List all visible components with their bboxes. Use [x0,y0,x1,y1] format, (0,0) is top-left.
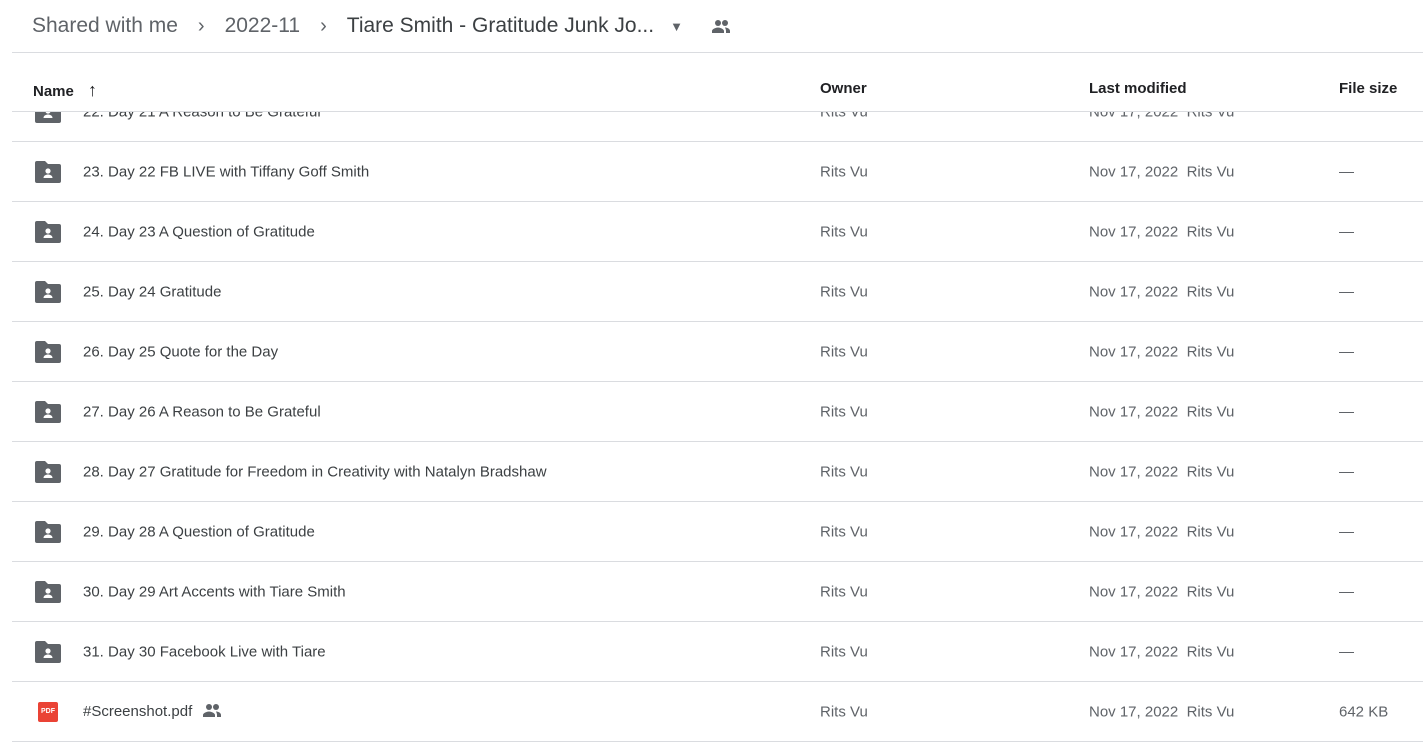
file-name-text: 28. Day 27 Gratitude for Freedom in Crea… [83,463,547,480]
column-name-header[interactable]: Name ↑ [33,80,97,101]
shared-folder-icon [35,220,61,243]
file-name: 30. Day 29 Art Accents with Tiare Smith [83,583,346,600]
file-last-modified: Nov 17, 2022 Rits Vu [1089,163,1235,180]
file-name: 31. Day 30 Facebook Live with Tiare [83,643,326,660]
file-size: — [1339,463,1354,480]
file-name: 26. Day 25 Quote for the Day [83,343,278,360]
column-header-row: Name ↑ Owner Last modified File size [12,60,1423,112]
file-size: — [1339,643,1354,660]
file-size: — [1339,343,1354,360]
divider [12,52,1423,53]
file-size: — [1339,283,1354,300]
file-owner: Rits Vu [820,583,868,600]
shared-folder-icon [35,400,61,423]
file-name-text: 23. Day 22 FB LIVE with Tiffany Goff Smi… [83,163,370,180]
shared-folder-icon [35,520,61,543]
chevron-right-icon: › [197,14,205,37]
file-last-modified: Nov 17, 2022 Rits Vu [1089,463,1235,480]
file-name-text: #Screenshot.pdf [83,703,193,720]
column-modified-header[interactable]: Last modified [1089,80,1187,97]
file-row[interactable]: 22. Day 21 A Reason to Be Grateful Rits V… [12,112,1423,142]
file-size: — [1339,163,1354,180]
file-name-text: 29. Day 28 A Question of Gratitude [83,523,315,540]
file-last-modified: Nov 17, 2022 Rits Vu [1089,112,1234,120]
file-owner: Rits Vu [820,703,868,720]
file-owner: Rits Vu [820,112,868,120]
file-owner: Rits Vu [820,523,868,540]
file-last-modified: Nov 17, 2022 Rits Vu [1089,283,1235,300]
shared-folder-icon [35,580,61,603]
file-owner: Rits Vu [820,283,868,300]
file-name: 25. Day 24 Gratitude [83,283,221,300]
file-last-modified: Nov 17, 2022 Rits Vu [1089,703,1235,720]
shared-folder-icon [35,160,61,183]
file-name-text: 25. Day 24 Gratitude [83,283,222,300]
breadcrumb-2022-11[interactable]: 2022-11 [225,14,301,38]
file-name: 22. Day 21 A Reason to Be Grateful [83,112,321,120]
file-row[interactable]: 27. Day 26 A Reason to Be Grateful Rits V… [12,382,1423,442]
file-row[interactable]: 28. Day 27 Gratitude for Freedom in Crea… [12,442,1423,502]
file-name-text: 27. Day 26 A Reason to Be Grateful [83,403,321,420]
file-last-modified: Nov 17, 2022 Rits Vu [1089,223,1235,240]
shared-folder-icon [35,112,61,123]
shared-people-icon [711,20,730,33]
file-owner: Rits Vu [820,643,868,660]
file-name-text: 26. Day 25 Quote for the Day [83,343,279,360]
file-owner: Rits Vu [820,463,868,480]
shared-folder-icon [35,280,61,303]
sort-arrow-up-icon[interactable]: ↑ [88,80,97,100]
file-owner: Rits Vu [820,223,868,240]
file-owner: Rits Vu [820,403,868,420]
file-name: 24. Day 23 A Question of Gratitude [83,223,315,240]
breadcrumb: Shared with me › 2022-11 › Tiare Smith -… [0,0,731,52]
file-row[interactable]: 30. Day 29 Art Accents with Tiare Smith R… [12,562,1423,622]
file-name-text: 30. Day 29 Art Accents with Tiare Smith [83,583,346,600]
file-size: — [1339,223,1354,240]
file-size: — [1339,403,1354,420]
dropdown-caret-icon[interactable]: ▼ [670,19,683,34]
column-size-header[interactable]: File size [1339,80,1397,97]
file-name: 27. Day 26 A Reason to Be Grateful [83,403,321,420]
breadcrumb-shared-with-me[interactable]: Shared with me [32,14,178,38]
file-row[interactable]: 24. Day 23 A Question of Gratitude Rits V… [12,202,1423,262]
file-size: 642 KB [1339,703,1389,720]
pdf-file-icon: PDF [38,701,58,722]
file-name: 29. Day 28 A Question of Gratitude [83,523,315,540]
file-list: 22. Day 21 A Reason to Be Grateful Rits V… [12,112,1423,742]
file-name-text: 24. Day 23 A Question of Gratitude [83,223,315,240]
file-row[interactable]: 29. Day 28 A Question of Gratitude Rits V… [12,502,1423,562]
shared-people-icon [202,703,222,721]
file-size: — [1339,583,1354,600]
shared-folder-icon [35,640,61,663]
file-owner: Rits Vu [820,163,868,180]
file-name: 23. Day 22 FB LIVE with Tiffany Goff Smi… [83,163,369,180]
file-row[interactable]: PDF #Screenshot.pdf Rits Vu Nov 17, 2022 Ri… [12,682,1423,742]
shared-folder-icon [35,340,61,363]
file-row[interactable]: 26. Day 25 Quote for the Day Rits Vu Nov 1… [12,322,1423,382]
file-last-modified: Nov 17, 2022 Rits Vu [1089,343,1235,360]
file-name: #Screenshot.pdf [83,703,222,721]
file-last-modified: Nov 17, 2022 Rits Vu [1089,523,1235,540]
file-row[interactable]: 23. Day 22 FB LIVE with Tiffany Goff Smi… [12,142,1423,202]
file-size: — [1339,523,1354,540]
file-name: 28. Day 27 Gratitude for Freedom in Crea… [83,463,547,480]
file-row[interactable]: 25. Day 24 Gratitude Rits Vu Nov 17, 2022 … [12,262,1423,322]
file-name-text: 22. Day 21 A Reason to Be Grateful [83,112,321,120]
shared-folder-icon [35,460,61,483]
breadcrumb-current-folder[interactable]: Tiare Smith - Gratitude Junk Jo... [347,14,654,38]
file-last-modified: Nov 17, 2022 Rits Vu [1089,583,1235,600]
file-row[interactable]: 31. Day 30 Facebook Live with Tiare Rits … [12,622,1423,682]
column-owner-header[interactable]: Owner [820,80,867,97]
chevron-right-icon: › [320,14,327,37]
file-owner: Rits Vu [820,343,868,360]
column-name-label: Name [33,83,74,100]
file-last-modified: Nov 17, 2022 Rits Vu [1089,643,1235,660]
file-name-text: 31. Day 30 Facebook Live with Tiare [83,643,326,660]
file-last-modified: Nov 17, 2022 Rits Vu [1089,403,1235,420]
